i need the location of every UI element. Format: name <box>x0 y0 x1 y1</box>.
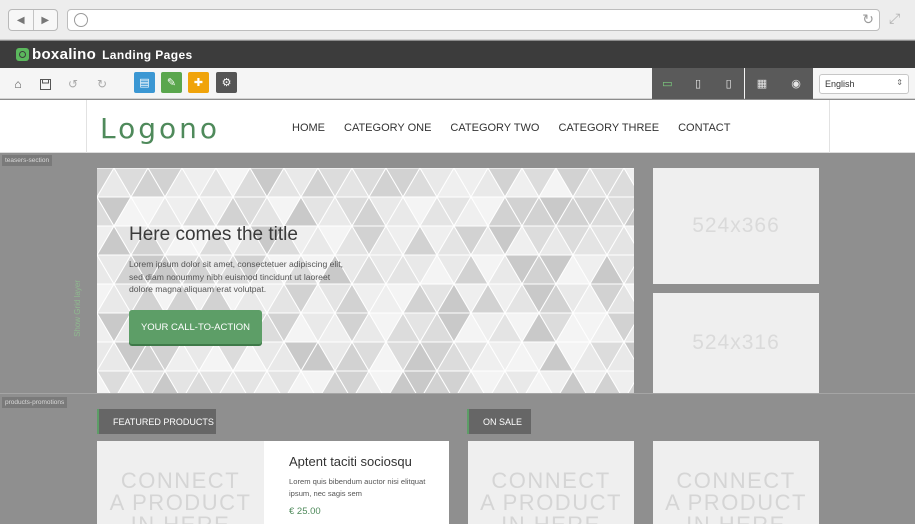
mobile-icon[interactable]: ▯ <box>713 68 744 99</box>
edit-icon[interactable]: ✎ <box>161 72 182 93</box>
connect-line: IN HERE <box>653 514 819 524</box>
reload-icon[interactable]: ↻ <box>862 11 874 28</box>
preview-icon[interactable]: ◉ <box>779 68 813 99</box>
desktop-icon[interactable]: ▭ <box>652 68 683 99</box>
menu-item-category-three[interactable]: CATEGORY THREE <box>558 122 659 134</box>
hero-title[interactable]: Here comes the title <box>129 224 298 246</box>
tab-on-sale[interactable]: ON SALE <box>467 409 531 434</box>
tab-featured-products[interactable]: FEATURED PRODUCTS <box>97 409 216 434</box>
save-icon[interactable] <box>36 75 54 93</box>
product-price: € 25.00 <box>289 506 321 517</box>
connect-line: IN HERE <box>97 514 264 524</box>
site-logo[interactable]: Logono <box>100 112 220 145</box>
hero-teaser[interactable]: Here comes the title Lorem ipsum dolor s… <box>97 168 634 393</box>
home-icon[interactable]: ⌂ <box>9 75 27 93</box>
language-select[interactable]: English ⇕ <box>819 74 909 94</box>
grid-icon[interactable]: ▦ <box>745 68 779 99</box>
image-placeholder-top[interactable]: 524x366 <box>653 168 819 284</box>
section-divider <box>0 393 915 394</box>
section-tag-teasers[interactable]: teasers-section <box>2 155 53 166</box>
view-switcher: ▦ ◉ <box>745 68 813 99</box>
brand-subtitle: Landing Pages <box>102 47 193 62</box>
app-header: boxalino Landing Pages <box>0 41 915 68</box>
hero-text[interactable]: Lorem ipsum dolor sit amet, consectetuer… <box>129 258 354 296</box>
connect-line: CONNECT <box>120 468 241 493</box>
layout-icon[interactable]: ▤ <box>134 72 155 93</box>
connect-line: CONNECT <box>676 468 796 493</box>
globe-icon <box>74 13 88 27</box>
connect-line: A PRODUCT <box>480 490 622 515</box>
site-menu: HOME CATEGORY ONE CATEGORY TWO CATEGORY … <box>292 122 730 134</box>
browser-nav-buttons: ◀ ▶ <box>8 9 58 31</box>
product-placeholder[interactable]: CONNECT A PRODUCT IN HERE <box>97 441 264 524</box>
settings-icon[interactable]: ⚙ <box>216 72 237 93</box>
header-divider <box>86 100 87 153</box>
fullscreen-icon[interactable]: ⤢ <box>889 10 900 27</box>
menu-item-contact[interactable]: CONTACT <box>678 122 730 134</box>
redo-icon[interactable]: ↻ <box>93 75 111 93</box>
menu-item-home[interactable]: HOME <box>292 122 325 134</box>
tablet-icon[interactable]: ▯ <box>683 68 714 99</box>
connect-line: IN HERE <box>468 514 634 524</box>
site-header: Logono HOME CATEGORY ONE CATEGORY TWO CA… <box>0 100 915 153</box>
menu-item-category-two[interactable]: CATEGORY TWO <box>450 122 539 134</box>
brand-name: boxalino <box>32 46 97 63</box>
address-bar[interactable]: ↻ <box>67 9 880 31</box>
connect-line: CONNECT <box>491 468 611 493</box>
connect-line: A PRODUCT <box>109 490 252 515</box>
editor-toolbar: ⌂ ↺ ↻ ▤ ✎ ✚ ⚙ ▭ ▯ ▯ ▦ ◉ English ⇕ <box>0 68 915 99</box>
brand-logo: boxalino <box>16 46 96 63</box>
select-arrows-icon: ⇕ <box>896 78 903 87</box>
forward-icon[interactable]: ▶ <box>34 10 58 30</box>
connect-line: A PRODUCT <box>665 490 807 515</box>
cta-button[interactable]: YOUR CALL-TO-ACTION <box>129 310 262 344</box>
back-icon[interactable]: ◀ <box>9 10 34 30</box>
image-placeholder-bottom[interactable]: 524x316 <box>653 293 819 393</box>
header-divider <box>829 100 830 153</box>
browser-chrome: ◀ ▶ ↻ ⤢ <box>0 0 915 40</box>
product-description: Lorem quis bibendum auctor nisi elitquat… <box>289 477 426 498</box>
device-switcher: ▭ ▯ ▯ <box>652 68 744 99</box>
language-value: English <box>825 79 855 89</box>
product-card[interactable]: Aptent taciti sociosqu Lorem quis bibend… <box>264 441 449 524</box>
product-placeholder[interactable]: CONNECT A PRODUCT IN HERE <box>468 441 634 524</box>
brand-mark-icon <box>16 48 29 61</box>
product-title[interactable]: Aptent taciti sociosqu <box>289 454 449 469</box>
menu-item-category-one[interactable]: CATEGORY ONE <box>344 122 431 134</box>
product-placeholder[interactable]: CONNECT A PRODUCT IN HERE <box>653 441 819 524</box>
undo-icon[interactable]: ↺ <box>64 75 82 93</box>
grid-layer-label: Show Grid layer <box>73 280 82 337</box>
section-tag-products[interactable]: products-promotions <box>2 397 68 408</box>
add-icon[interactable]: ✚ <box>188 72 209 93</box>
